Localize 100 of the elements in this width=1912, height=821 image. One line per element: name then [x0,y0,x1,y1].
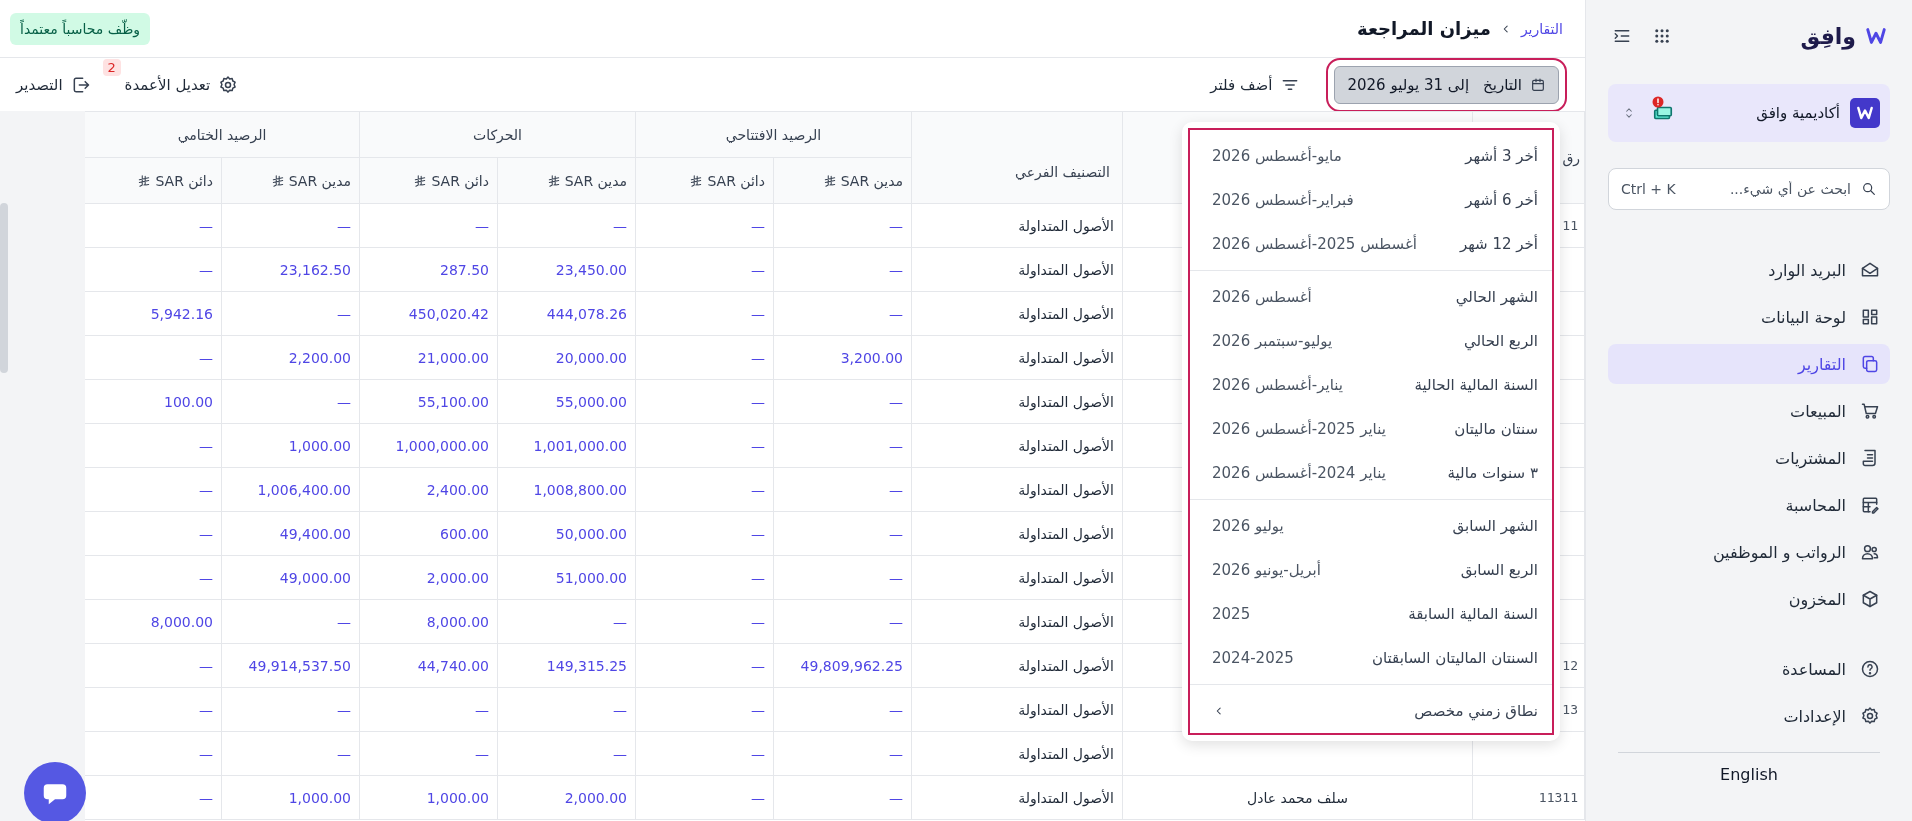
amount-cell: 21,000.00 [359,335,498,380]
date-range-text: 2025 [1212,605,1251,623]
menu-item[interactable]: الربع السابق [1460,561,1538,579]
amount-cell: — [635,423,774,468]
amount-cell: 51,000.00 [497,555,636,600]
collapse-menu-icon [1613,27,1631,45]
amount-cell: 49,000.00 [221,555,360,600]
riyal-sign-icon [137,173,152,188]
scrollbar-thumb[interactable] [0,203,8,373]
amount-cell: 1,006,400.00 [221,467,360,512]
amount-cell: 450,020.42 [359,291,498,336]
amount-cell: — [635,511,774,556]
menu-item[interactable]: الشهر الحالي [1455,288,1538,306]
column-header[interactable]: دائن SAR [431,172,489,189]
amount-cell: 50,000.00 [497,511,636,556]
amount-cell: 55,000.00 [497,379,636,424]
amount-cell: — [221,599,360,644]
amount-cell: 49,400.00 [221,511,360,556]
account-number: 11311 [1472,775,1585,820]
organization-switcher[interactable]: أكاديمية وافق [1608,84,1890,142]
nav-item[interactable]: الإعدادات [1608,696,1890,736]
table-cell: الأصول المتداولة [911,467,1123,512]
menu-item[interactable]: السنة المالية الحالية [1414,376,1538,394]
menu-item[interactable]: سنتان ماليتان [1454,420,1538,438]
table-cell: الأصول المتداولة [911,775,1123,820]
amount-cell: — [221,687,360,732]
amount-cell: 3,200.00 [773,335,912,380]
amount-cell: — [497,687,636,732]
menu-item[interactable]: الشهر السابق [1452,517,1538,535]
language-link[interactable]: English [1720,765,1778,784]
column-group-header: الحركات [359,111,636,158]
column-header[interactable]: مدين SAR [288,172,351,189]
nav-item[interactable]: المساعدة [1608,649,1890,689]
table-cell: الأصول المتداولة [911,335,1123,380]
column-header[interactable]: دائن SAR [155,172,213,189]
amount-cell: — [773,511,912,556]
amount-cell: — [635,335,774,380]
nav-item[interactable]: الرواتب و الموظفين [1608,532,1890,572]
table-cell: الأصول المتداولة [911,291,1123,336]
amount-cell: 1,000.00 [221,423,360,468]
table-cell: الأصول المتداولة [911,203,1123,248]
breadcrumb-link[interactable]: التقارير [1520,20,1563,37]
nav-item[interactable]: المشتريات [1608,438,1890,478]
account-name: سلف محمد عادل [1122,775,1473,820]
amount-cell: 2,400.00 [359,467,498,512]
column-header[interactable]: التصنيف الفرعي [911,111,1123,204]
amount-cell: — [635,643,774,688]
add-filter-button[interactable]: أضف فلتر [1210,74,1301,95]
page-title: ميزان المراجعة [1357,18,1491,39]
envelope-icon [1860,260,1880,280]
column-group-header: الرصيد الختامي [85,111,360,158]
column-header[interactable]: مدين SAR [564,172,627,189]
amount-cell: — [635,247,774,292]
box-icon [1860,589,1880,609]
count-badge: 2 [102,58,121,76]
amount-cell: 1,001,000.00 [497,423,636,468]
table-cell: الأصول المتداولة [911,423,1123,468]
nav-item[interactable]: البريد الوارد [1608,250,1890,290]
amount-cell: — [773,291,912,336]
settings-icon [1860,706,1880,726]
menu-item[interactable]: الربع الحالي [1464,332,1538,350]
amount-cell: — [773,203,912,248]
promo-badge[interactable]: وظّف محاسباً معتمداً [10,12,151,45]
nav-item[interactable]: المخزون [1608,579,1890,619]
amount-cell: 149,315.25 [497,643,636,688]
menu-item[interactable]: أخر 3 أشهر [1465,147,1538,165]
riyal-sign-icon [546,173,561,188]
amount-cell: — [635,291,774,336]
nav-item[interactable]: المحاسبة [1608,485,1890,525]
table-cell: الأصول المتداولة [911,599,1123,644]
date-range-text: يناير 2024-أغسطس 2026 [1212,464,1386,482]
table-cell: الأصول المتداولة [911,687,1123,732]
search-icon [1861,181,1877,197]
export-button[interactable]: التصدير [16,74,91,95]
calendar-icon [1530,76,1546,93]
date-range-text: أغسطس 2026 [1212,288,1312,306]
amount-cell: — [635,203,774,248]
amount-cell: 23,450.00 [497,247,636,292]
documents-icon [1860,354,1880,374]
grid-layout-icon [1860,307,1880,327]
settings-icon [218,74,239,95]
riyal-sign-icon [822,173,837,188]
amount-cell: — [359,203,498,248]
table-cell: الأصول المتداولة [911,555,1123,600]
menu-item[interactable]: السنة المالية السابقة [1408,605,1538,623]
amount-cell: — [773,775,912,820]
date-range-text: يناير 2025-أغسطس 2026 [1212,420,1386,438]
date-range-text: مايو-أغسطس 2026 [1212,147,1342,165]
nav-item[interactable]: المبيعات [1608,391,1890,431]
amount-cell: — [635,687,774,732]
amount-cell: — [773,687,912,732]
amount-cell: 1,008,800.00 [497,467,636,512]
amount-cell: 287.50 [359,247,498,292]
amount-cell: — [773,555,912,600]
amount-cell: 444,078.26 [497,291,636,336]
column-header[interactable]: دائن SAR [707,172,765,189]
nav-item[interactable]: لوحة البيانات [1608,297,1890,337]
nav-item[interactable]: التقارير [1608,344,1890,384]
column-header[interactable]: مدين SAR [840,172,903,189]
menu-item[interactable]: ٣ سنوات مالية [1447,464,1538,482]
